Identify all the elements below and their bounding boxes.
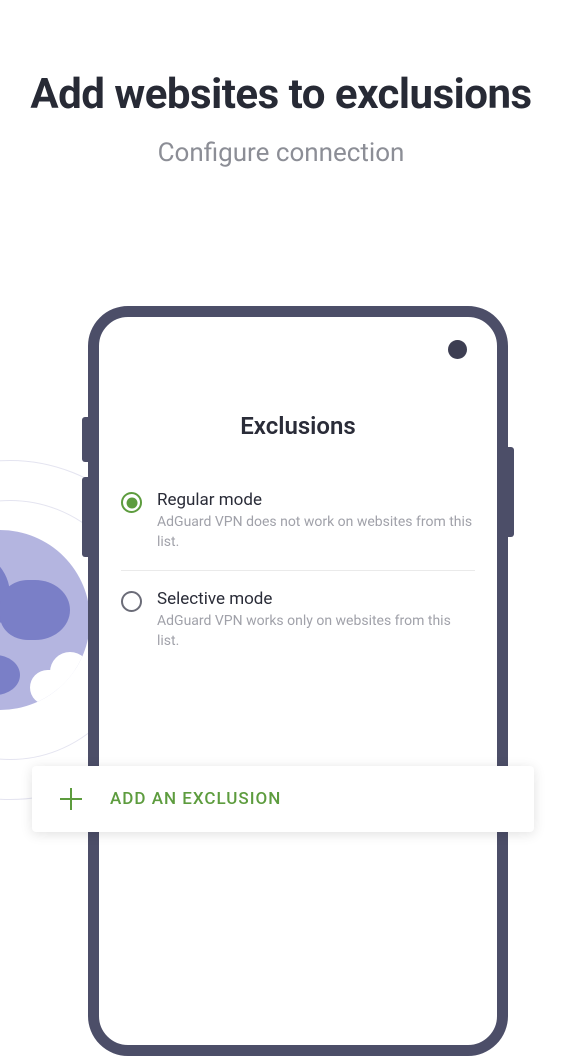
promo-title: Add websites to exclusions (0, 70, 562, 120)
mode-text-container: Selective mode AdGuard VPN works only on… (157, 589, 475, 651)
radio-selected-icon (121, 492, 142, 513)
mode-text-container: Regular mode AdGuard VPN does not work o… (157, 490, 475, 552)
phone-button-decoration (82, 477, 88, 557)
mode-label: Regular mode (157, 490, 475, 510)
phone-camera-dot (448, 340, 467, 359)
promo-subtitle: Configure connection (0, 138, 562, 168)
mode-description: AdGuard VPN does not work on websites fr… (157, 513, 475, 552)
add-exclusion-button[interactable]: ADD AN EXCLUSION (32, 766, 534, 832)
phone-screen: Exclusions Regular mode AdGuard VPN does… (99, 317, 497, 669)
plus-icon (60, 788, 82, 810)
add-button-label: ADD AN EXCLUSION (110, 789, 281, 809)
phone-button-decoration (508, 447, 514, 537)
radio-unselected-icon (121, 591, 142, 612)
mode-option-regular[interactable]: Regular mode AdGuard VPN does not work o… (121, 472, 475, 571)
screen-title: Exclusions (121, 412, 475, 440)
phone-button-decoration (82, 417, 88, 462)
mode-label: Selective mode (157, 589, 475, 609)
mode-option-selective[interactable]: Selective mode AdGuard VPN works only on… (121, 571, 475, 669)
mode-description: AdGuard VPN works only on websites from … (157, 612, 475, 651)
phone-mockup: Exclusions Regular mode AdGuard VPN does… (88, 306, 508, 1056)
promo-header: Add websites to exclusions Configure con… (0, 0, 562, 168)
